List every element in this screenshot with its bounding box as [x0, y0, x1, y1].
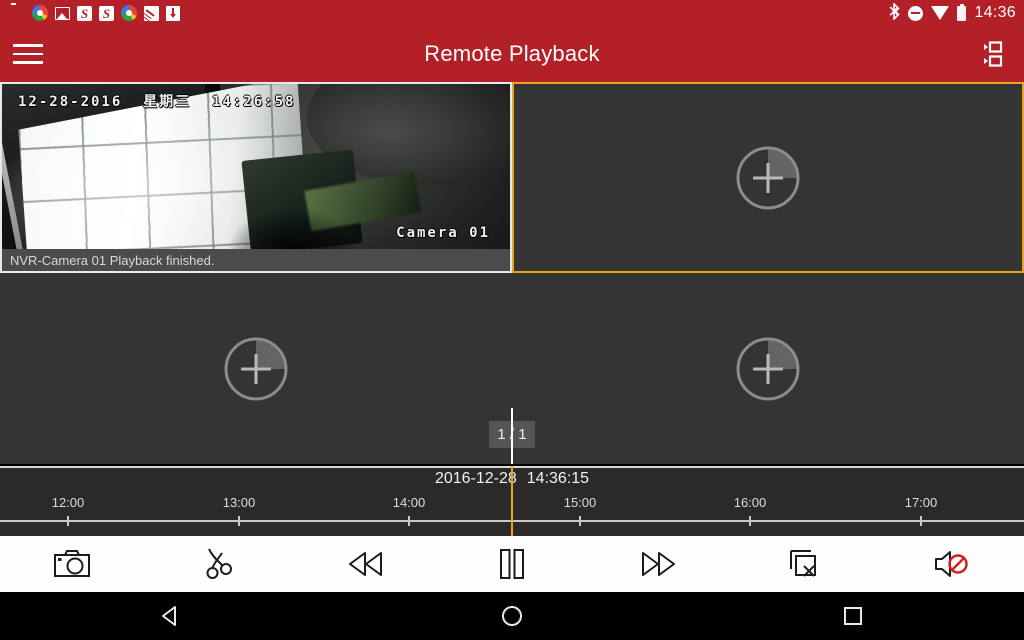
android-navigation-bar: [0, 592, 1024, 640]
status-bar: S S 14:36: [0, 0, 1024, 26]
back-triangle-icon: [161, 606, 176, 626]
add-camera-glyph: [224, 337, 288, 400]
timeline-tick: [749, 516, 751, 526]
recents-square-icon: [844, 607, 863, 625]
video-pane-2[interactable]: [512, 82, 1024, 273]
fast-forward-icon: [642, 552, 676, 576]
hamburger-line-3: [13, 61, 43, 64]
video-pane-3[interactable]: [0, 273, 512, 464]
add-camera-icon[interactable]: [512, 273, 1024, 464]
remote-playback-screen: S S 14:36 Remote Playback 12-28-2016 星期三…: [0, 0, 1024, 640]
battery-icon: [957, 3, 967, 21]
hamburger-line-1: [13, 44, 43, 47]
battery-alert-icon: [8, 1, 25, 22]
status-bar-notification-icons: S S: [8, 1, 180, 22]
swift-s-icon: S: [77, 5, 92, 21]
pause-icon: [499, 549, 524, 579]
pause-button[interactable]: [439, 536, 585, 592]
timeline-playhead[interactable]: [511, 466, 513, 536]
video-pane-1[interactable]: 12-28-2016 星期三 14:26:58 Camera 01 NVR-Ca…: [0, 82, 512, 273]
add-camera-glyph: [736, 146, 800, 209]
stop-all-button[interactable]: [731, 536, 877, 592]
fast-forward-button[interactable]: [585, 536, 731, 592]
pane-status-message: NVR-Camera 01 Playback finished.: [2, 249, 510, 271]
wifi-icon: [931, 6, 950, 20]
page-title: Remote Playback: [424, 41, 600, 66]
window-layout-glyph: [984, 41, 1003, 67]
camera-icon: [54, 550, 91, 577]
timeline-tick: [408, 516, 410, 526]
timeline-date: 2016-12-28: [434, 470, 517, 487]
rewind-icon: [348, 552, 382, 576]
rewind-button[interactable]: [293, 536, 439, 592]
status-bar-system-icons: 14:36: [889, 2, 1016, 23]
download-icon: [166, 5, 180, 21]
osd-camera-name: Camera 01: [396, 225, 490, 241]
timeline-label-1300: 13:00: [222, 495, 256, 510]
photo-icon: [55, 6, 70, 20]
nav-back-button[interactable]: [111, 592, 231, 640]
timeline-label-1400: 14:00: [392, 495, 426, 510]
stop-window-icon: [789, 550, 816, 577]
home-circle-icon: [501, 606, 522, 626]
video-frame-camera-01: [2, 84, 510, 271]
video-grid: 12-28-2016 星期三 14:26:58 Camera 01 NVR-Ca…: [0, 82, 1024, 464]
add-camera-icon[interactable]: [512, 82, 1024, 273]
capture-snapshot-button[interactable]: [0, 536, 146, 592]
scissors-icon: [206, 548, 233, 579]
osd-datetime: 12-28-2016 星期三 14:26:58: [18, 94, 296, 110]
nav-home-button[interactable]: [452, 592, 572, 640]
timeline-label-1600: 16:00: [733, 495, 767, 510]
grid-playhead-cursor: [511, 408, 513, 464]
feather-icon: [144, 5, 159, 21]
timeline-label-1200: 12:00: [51, 495, 85, 510]
timeline-tick: [920, 516, 922, 526]
chrome-icon-2: [121, 5, 137, 21]
timeline-label-1700: 17:00: [904, 495, 938, 510]
swift-s-icon-2: S: [99, 5, 114, 21]
add-camera-icon[interactable]: [0, 273, 512, 464]
playback-toolbar: [0, 536, 1024, 592]
timeline-tick: [67, 516, 69, 526]
video-pane-4[interactable]: [512, 273, 1024, 464]
chrome-icon: [32, 5, 48, 21]
hamburger-menu-icon[interactable]: [0, 26, 56, 82]
app-bar: Remote Playback: [0, 26, 1024, 82]
window-layout-icon[interactable]: [968, 26, 1024, 82]
bluetooth-icon: [889, 2, 901, 23]
audio-mute-button[interactable]: [878, 536, 1024, 592]
timeline-time: 14:36:15: [526, 470, 590, 487]
nav-recents-button[interactable]: [793, 592, 913, 640]
timeline-tick: [238, 516, 240, 526]
timeline-label-1500: 15:00: [563, 495, 597, 510]
hamburger-line-2: [13, 52, 43, 56]
status-bar-clock: 14:36: [974, 4, 1016, 21]
timeline-tick: [579, 516, 581, 526]
clip-video-button[interactable]: [146, 536, 292, 592]
bluetooth-glyph: [890, 2, 901, 21]
do-not-disturb-icon: [908, 5, 924, 21]
add-camera-glyph: [736, 337, 800, 400]
speaker-muted-icon: [934, 551, 968, 577]
